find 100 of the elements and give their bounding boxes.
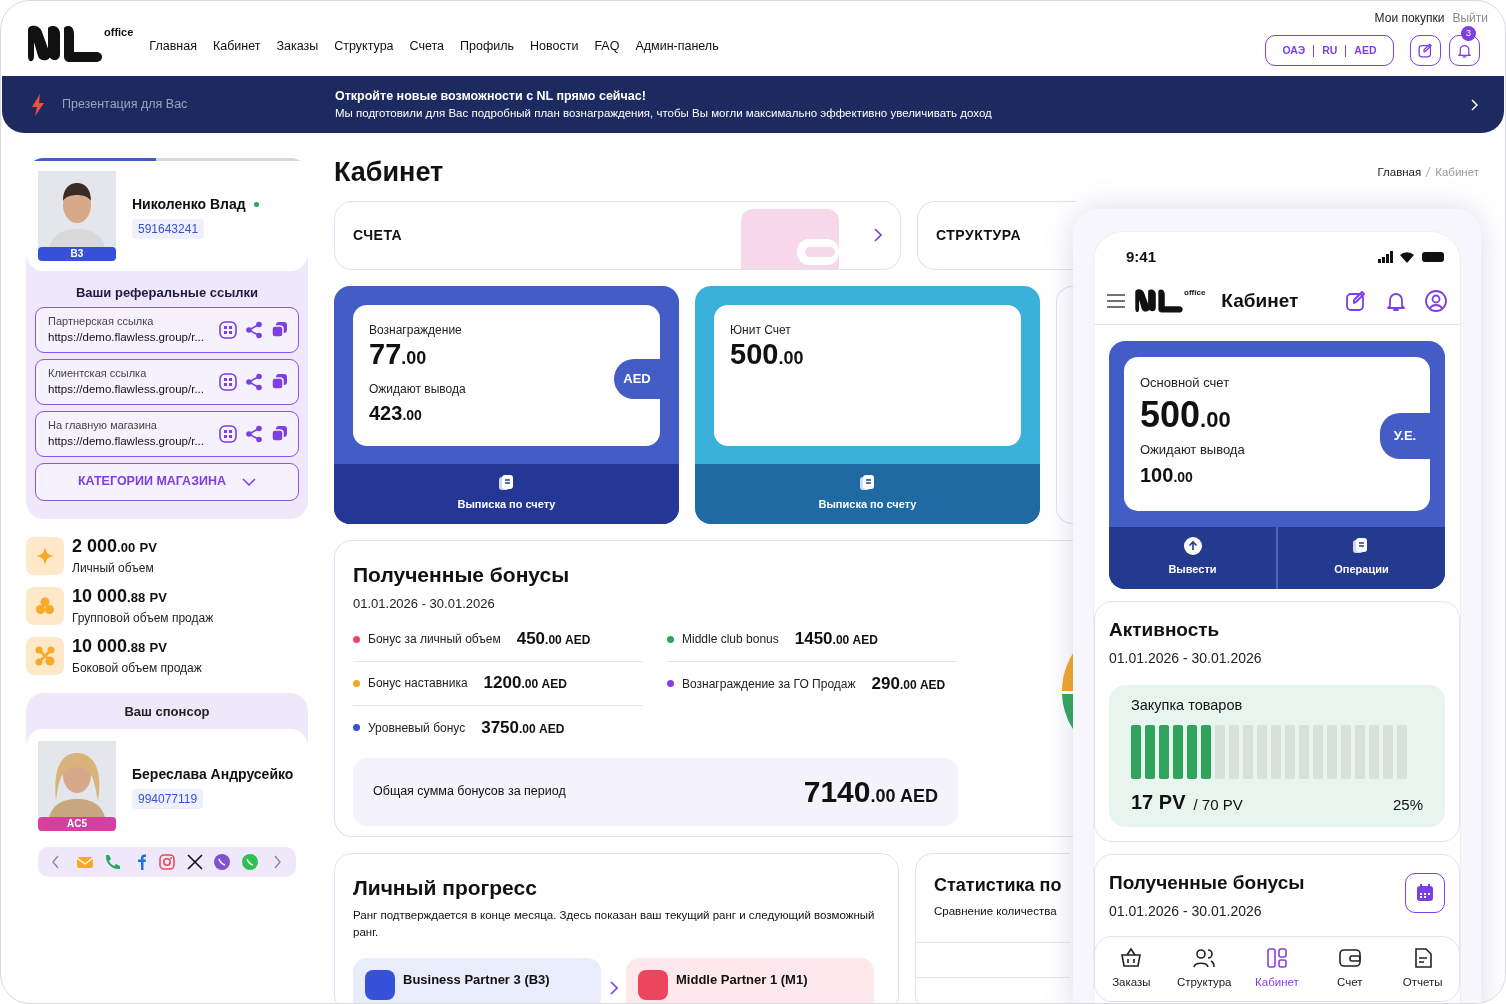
- bonus-label: Бонус наставника: [368, 675, 468, 692]
- nav-link[interactable]: Профиль: [460, 37, 514, 56]
- chevron-right-icon: [609, 979, 618, 996]
- qr-code-icon[interactable]: [219, 372, 237, 391]
- nav-link[interactable]: Заказы: [276, 37, 319, 56]
- calendar-icon: [1415, 882, 1435, 903]
- logo-icon: [1134, 287, 1184, 315]
- bonus-amount: 450.00 AED: [516, 628, 591, 651]
- section-title: Ваши реферальные ссылки: [74, 284, 260, 302]
- rank-name: Business Partner 3 (B3): [403, 970, 550, 989]
- bonus-amount: 1450.00 AED: [794, 628, 878, 651]
- bonus-amount: 290.00 AED: [871, 672, 946, 695]
- viber-icon[interactable]: [213, 853, 231, 871]
- pending-label: Ожидают вывода: [1140, 441, 1246, 459]
- progress-text: Ранг подтверждается в конце месяца. Здесь показан ваш текущий ранг и следующий возможный ранг.: [353, 908, 876, 941]
- copy-icon[interactable]: [271, 372, 288, 390]
- screen-title: Кабинет: [1221, 288, 1300, 313]
- nav-tab[interactable]: Структура: [1167, 937, 1241, 1001]
- target-value: / 70 PV: [1193, 795, 1244, 816]
- nav-link[interactable]: Структура: [334, 37, 394, 56]
- rank-name: Middle Partner 1 (M1): [676, 970, 808, 989]
- section-title: Полученные бонусы: [353, 561, 571, 588]
- breadcrumb-link[interactable]: Главная: [1377, 163, 1422, 181]
- instagram-icon[interactable]: [158, 853, 176, 871]
- notifications-button[interactable]: [1449, 35, 1480, 66]
- status-time: 9:41: [1126, 247, 1157, 267]
- withdraw-icon: [1183, 537, 1202, 556]
- qr-code-icon[interactable]: [219, 424, 237, 443]
- share-icon[interactable]: [245, 320, 263, 339]
- nodes-icon: [34, 644, 56, 667]
- nav-link[interactable]: Счета: [409, 37, 445, 56]
- share-icon[interactable]: [245, 372, 263, 391]
- nav-link[interactable]: Админ-панель: [635, 37, 719, 56]
- link-url[interactable]: https://demo.flawless.group/r...: [48, 329, 219, 347]
- banner-label: Презентация для Вас: [62, 96, 188, 114]
- user-icon[interactable]: [1424, 289, 1448, 313]
- slash-icon: [1425, 166, 1432, 179]
- nav-tab[interactable]: Счет: [1313, 937, 1387, 1001]
- edit-icon[interactable]: [1344, 289, 1368, 313]
- total-amount: 7140.00 AED: [803, 774, 938, 810]
- volume-amount: 10 000.88 PV: [72, 634, 168, 658]
- volume-label: Личный объем: [72, 559, 155, 577]
- logo-icon: [26, 24, 104, 64]
- link-url[interactable]: https://demo.flawless.group/r...: [48, 433, 219, 451]
- nav-link[interactable]: Кабинет: [212, 37, 261, 56]
- section-title: Активность: [1109, 617, 1221, 642]
- nav-link[interactable]: Новости: [530, 37, 579, 56]
- bonus-label: Вознаграждение за ГО Продаж: [682, 675, 856, 693]
- pending-label: Ожидают вывода: [369, 380, 467, 398]
- statement-button[interactable]: Выписка по счету: [334, 463, 679, 524]
- bonus-amount: 1200.00 AED: [483, 672, 567, 695]
- section-title: Личный прогресс: [353, 874, 538, 901]
- nav-link[interactable]: FAQ: [594, 37, 620, 56]
- rank-badge: B3: [38, 247, 116, 261]
- nav-tab[interactable]: Отчеты: [1386, 937, 1459, 1001]
- menu-icon[interactable]: [1106, 294, 1126, 308]
- locale-button[interactable]: ОАЭ RU AED: [1265, 35, 1394, 66]
- purchases-link[interactable]: Мои покупки: [1374, 9, 1445, 27]
- currency-tag: AED: [614, 358, 660, 399]
- qr-code-icon[interactable]: [219, 320, 237, 339]
- x-icon[interactable]: [185, 853, 204, 871]
- account-amount: 500.00: [1140, 396, 1231, 436]
- account-amount: 77.00: [369, 338, 427, 372]
- phone-icon[interactable]: [103, 853, 121, 871]
- user-id: 591643241: [132, 218, 205, 239]
- withdraw-button[interactable]: Вывести: [1109, 526, 1276, 589]
- nav-tab[interactable]: Заказы: [1095, 937, 1168, 1001]
- logout-link[interactable]: Выйти: [1452, 9, 1488, 27]
- logo-text: office: [1184, 287, 1206, 299]
- quick-link-card[interactable]: СЧЕТА: [334, 200, 901, 270]
- copy-icon[interactable]: [271, 320, 288, 338]
- categories-button[interactable]: КАТЕГОРИИ МАГАЗИНА: [35, 462, 299, 501]
- link-url[interactable]: https://demo.flawless.group/r...: [48, 381, 219, 399]
- promo-banner[interactable]: Презентация для Вас Откройте новые возможности с NL прямо сейчас! Мы подготовили для Вас подробный план вознаграждения, чтобы Вы могли максимально эффективно увеличивать доход: [2, 76, 1504, 133]
- percent-value: 25%: [1392, 795, 1423, 816]
- chevron-right-icon: [873, 227, 882, 243]
- calendar-button[interactable]: [1405, 872, 1445, 913]
- date-range: 01.01.2026 - 30.01.2026: [353, 595, 496, 613]
- nav-tab[interactable]: Кабинет: [1240, 937, 1314, 1001]
- volume-label: Групповой объем продаж: [72, 609, 214, 627]
- chevron-right-icon: [1470, 98, 1478, 111]
- section-subtitle: Сравнение количества: [934, 903, 1058, 919]
- status-icons-drawing: [1378, 251, 1446, 264]
- nav-link[interactable]: Главная: [149, 37, 197, 56]
- pending-amount: 423.00: [369, 400, 423, 426]
- current-value: 17 PV: [1131, 789, 1186, 815]
- copy-icon[interactable]: [271, 424, 288, 442]
- link-label: Клиентская ссылка: [48, 365, 148, 381]
- edit-button[interactable]: [1410, 35, 1441, 66]
- quick-link-card[interactable]: СТРУКТУРА: [917, 200, 1076, 270]
- share-icon[interactable]: [245, 424, 263, 443]
- statement-button[interactable]: Выписка по счету: [695, 463, 1040, 524]
- account-amount: 500.00: [730, 338, 804, 372]
- operations-button[interactable]: Операции: [1276, 526, 1445, 589]
- page-title: Кабинет: [334, 156, 444, 189]
- bonus-label: Уровневый бонус: [368, 719, 466, 737]
- section-title: Статистика по: [934, 873, 1063, 897]
- bonus-label: Бонус за личный объем: [368, 631, 501, 648]
- bell-icon: [1456, 42, 1473, 59]
- cabinet-icon: [1265, 946, 1289, 971]
